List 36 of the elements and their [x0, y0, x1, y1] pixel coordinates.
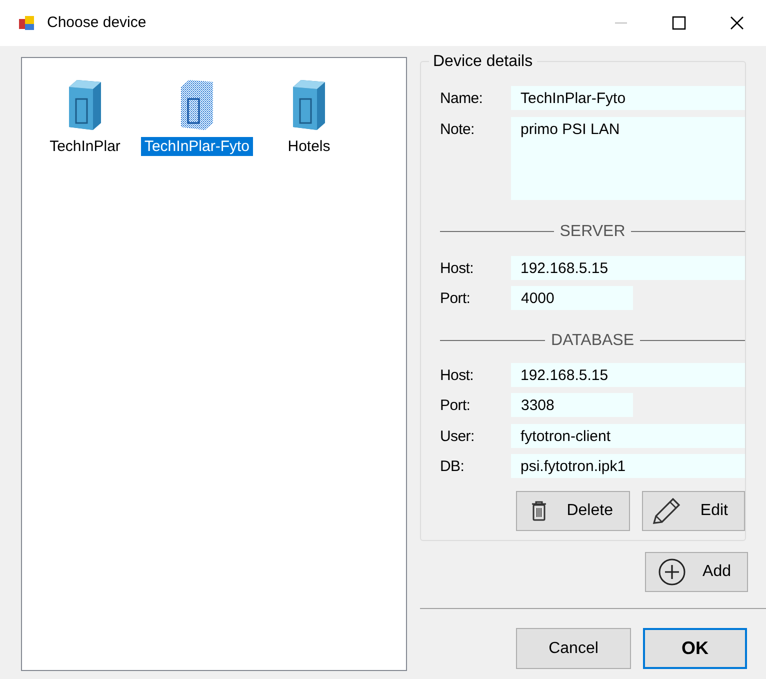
field-label: Host: — [440, 366, 475, 386]
trash-icon — [531, 500, 547, 520]
text-field[interactable]: 3308 — [511, 393, 633, 417]
section-heading: DATABASE — [550, 330, 635, 350]
add-icon — [658, 558, 686, 586]
edit-button[interactable]: Edit — [642, 490, 745, 530]
app-icon — [19, 15, 35, 31]
section-heading: SERVER — [558, 222, 626, 242]
field-label: DB: — [440, 457, 466, 477]
field-label: Port: — [440, 396, 472, 416]
server-cabinet-icon — [179, 77, 215, 131]
text-field[interactable]: fytotron-client — [510, 424, 745, 448]
text-field[interactable]: psi.fytotron.ipk1 — [510, 454, 745, 478]
text-field[interactable]: 4000 — [511, 286, 633, 310]
close-icon[interactable] — [730, 16, 744, 30]
delete-button[interactable]: Delete — [516, 490, 630, 530]
field-label: Note: — [440, 120, 476, 140]
field-label: Name: — [440, 89, 484, 109]
server-cabinet-icon — [291, 77, 327, 131]
server-cabinet-icon — [67, 77, 103, 131]
ok-button[interactable]: OK — [643, 628, 747, 669]
device-item[interactable]: Hotels — [265, 77, 353, 156]
cancel-button[interactable]: Cancel — [516, 628, 631, 669]
device-item[interactable]: TechInPlar-Fyto — [135, 77, 259, 156]
field-label: User: — [440, 426, 476, 446]
text-field[interactable]: 192.168.5.15 — [510, 256, 745, 280]
text-field[interactable]: TechInPlar-Fyto — [510, 86, 745, 110]
add-button[interactable]: Add — [645, 552, 748, 592]
field-label: Host: — [440, 258, 475, 278]
field-label: Port: — [440, 289, 472, 309]
device-item[interactable]: TechInPlar — [41, 77, 129, 156]
window-title: Choose device — [47, 12, 146, 33]
text-field[interactable]: 192.168.5.15 — [510, 362, 745, 386]
pencil-icon — [650, 496, 681, 524]
maximize-icon[interactable] — [672, 16, 686, 30]
note-field[interactable]: primo PSI LAN — [510, 116, 745, 200]
